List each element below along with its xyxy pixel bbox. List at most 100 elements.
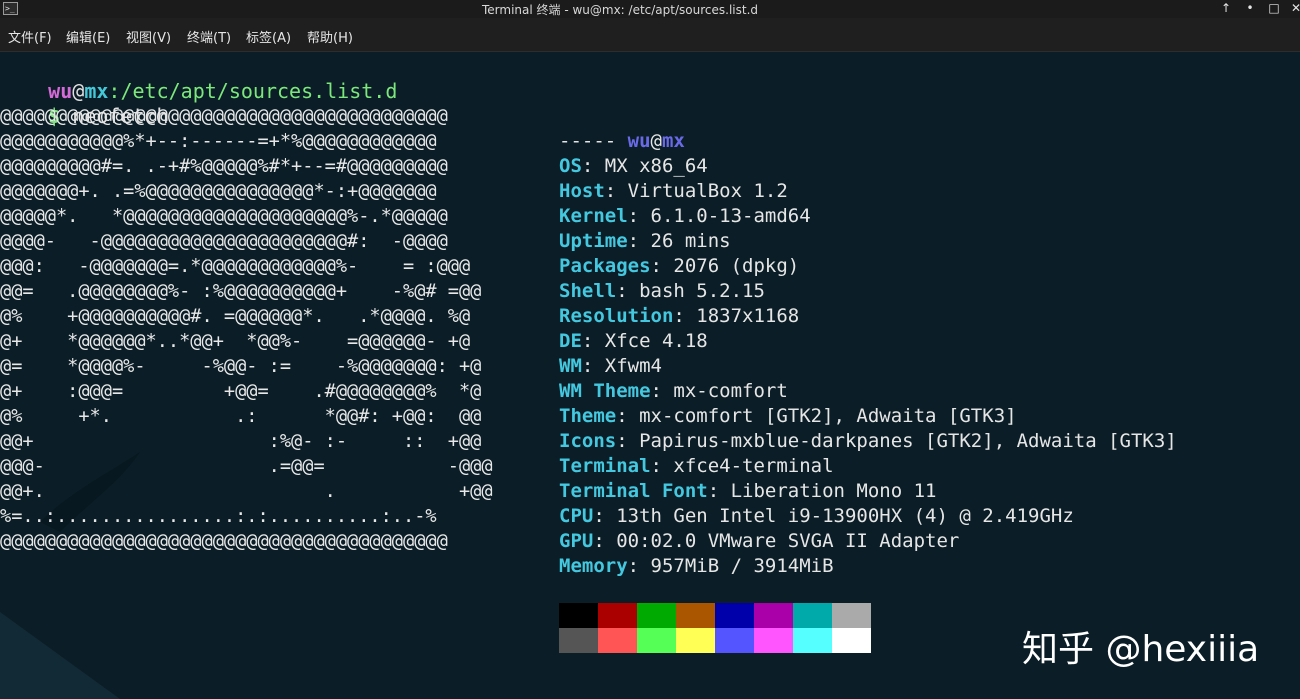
palette-swatch xyxy=(754,603,793,628)
info-resolution: Resolution: 1837x1168 xyxy=(559,304,799,329)
info-key: Resolution xyxy=(559,305,674,327)
info-value: : 00:02.0 VMware SVGA II Adapter xyxy=(593,530,960,552)
info-key: WM xyxy=(559,355,582,377)
info-value: : 2076 (dpkg) xyxy=(650,255,800,277)
palette-swatch xyxy=(832,603,871,628)
palette-swatch xyxy=(715,628,754,653)
ascii-line: @% +*. .: *@@#: +@@: @@ xyxy=(0,406,482,427)
info-value: : Xfwm4 xyxy=(581,355,662,377)
info-key: Shell xyxy=(559,280,617,302)
info-value: : xfce4-terminal xyxy=(650,455,834,477)
ascii-line: @@+ :%@- :- :: +@@ xyxy=(0,431,482,452)
info-at: @ xyxy=(650,130,662,152)
watermark: 知乎 @hexiiia xyxy=(1022,629,1260,670)
info-key: DE xyxy=(559,330,582,352)
ascii-line: @% +@@@@@@@@@@#. =@@@@@@*. .*@@@@. %@ xyxy=(0,306,471,327)
menu-terminal[interactable]: 终端(T) xyxy=(187,27,231,46)
info-cpu: CPU: 13th Gen Intel i9-13900HX (4) @ 2.4… xyxy=(559,504,1074,529)
info-value: : 26 mins xyxy=(627,230,731,252)
info-key: GPU xyxy=(559,530,594,552)
minimize-button[interactable]: • xyxy=(1240,0,1260,18)
info-value: : Papirus-mxblue-darkpanes [GTK2], Adwai… xyxy=(616,430,1177,452)
info-value: : MX x86_64 xyxy=(581,155,708,177)
palette-swatch xyxy=(832,628,871,653)
maximize-button[interactable]: □ xyxy=(1264,0,1284,18)
ascii-line: @@@@@@@@@#=. .-+#%@@@@@%#*+--=#@@@@@@@@@ xyxy=(0,156,448,177)
info-value: : mx-comfort [GTK2], Adwaita [GTK3] xyxy=(616,405,1017,427)
ascii-line: @= *@@@@%- -%@@- := -%@@@@@@@: +@ xyxy=(0,356,482,377)
palette-swatch xyxy=(793,603,832,628)
ascii-line: %=..:................:.:..........:..-% xyxy=(0,506,437,527)
info-key: CPU xyxy=(559,505,594,527)
ascii-line: @@@@@@@+. .=%@@@@@@@@@@@@@@@*-:+@@@@@@@ xyxy=(0,181,437,202)
palette-swatch xyxy=(637,603,676,628)
info-memory: Memory: 957MiB / 3914MiB xyxy=(559,554,834,579)
info-key: Terminal xyxy=(559,455,651,477)
ascii-line: @@+. . +@@ xyxy=(0,481,493,502)
info-key: Host xyxy=(559,180,605,202)
info-theme: Theme: mx-comfort [GTK2], Adwaita [GTK3] xyxy=(559,404,1017,429)
terminal-output[interactable]: wu@mx:/etc/apt/sources.list.d $ neofetch… xyxy=(0,52,1300,699)
menu-edit[interactable]: 编辑(E) xyxy=(66,27,110,46)
info-gpu: GPU: 00:02.0 VMware SVGA II Adapter xyxy=(559,529,959,554)
menu-view[interactable]: 视图(V) xyxy=(126,27,171,46)
info-uptime: Uptime: 26 mins xyxy=(559,229,731,254)
keep-above-button[interactable]: ↑ xyxy=(1216,0,1236,18)
window-title: Terminal 终端 - wu@mx: /etc/apt/sources.li… xyxy=(481,3,759,17)
ascii-line: @@@@@@@@@@@@@@@@@@@@@@@@@@@@@@@@@@@@@@@@ xyxy=(0,106,448,127)
info-value: : 13th Gen Intel i9-13900HX (4) @ 2.419G… xyxy=(593,505,1074,527)
palette-swatch xyxy=(676,603,715,628)
info-kernel: Kernel: 6.1.0-13-amd64 xyxy=(559,204,811,229)
info-key: Memory xyxy=(559,555,628,577)
palette-swatch xyxy=(754,628,793,653)
info-key: Kernel xyxy=(559,205,628,227)
title-bar: >_ Terminal 终端 - wu@mx: /etc/apt/sources… xyxy=(0,0,1300,18)
ascii-line: @@@@@@@@@@@@@@@@@@@@@@@@@@@@@@@@@@@@@@@@ xyxy=(0,531,448,552)
menu-help[interactable]: 帮助(H) xyxy=(307,27,353,46)
menu-file[interactable]: 文件(F) xyxy=(8,27,52,46)
info-value: : 6.1.0-13-amd64 xyxy=(627,205,811,227)
info-user: wu xyxy=(627,130,651,152)
command-line: $ neofetch xyxy=(0,79,168,128)
info-terminal-font: Terminal Font: Liberation Mono 11 xyxy=(559,479,937,504)
info-key: Icons xyxy=(559,430,617,452)
color-palette xyxy=(559,603,871,653)
info-terminal: Terminal: xfce4-terminal xyxy=(559,454,834,479)
close-button[interactable]: ✕ xyxy=(1286,0,1300,18)
info-key: Theme xyxy=(559,405,617,427)
ascii-line: @@@: -@@@@@@@=.*@@@@@@@@@@@@%- = :@@@ xyxy=(0,256,471,277)
info-value: : 1837x1168 xyxy=(673,305,800,327)
info-wm-theme: WM Theme: mx-comfort xyxy=(559,379,788,404)
info-separator: ----- xyxy=(559,130,617,152)
info-packages: Packages: 2076 (dpkg) xyxy=(559,254,799,279)
info-shell: Shell: bash 5.2.15 xyxy=(559,279,765,304)
ascii-line: @@@@@@@@@@@%*+--:------=+*%@@@@@@@@@@@@ xyxy=(0,131,437,152)
info-wm: WM: Xfwm4 xyxy=(559,354,662,379)
ascii-line: @@= .@@@@@@@@%- :%@@@@@@@@@@+ -%@# =@@ xyxy=(0,281,482,302)
info-de: DE: Xfce 4.18 xyxy=(559,329,708,354)
ascii-line: @@@- .=@@= -@@@ xyxy=(0,456,493,477)
info-key: Terminal Font xyxy=(559,480,708,502)
ascii-line: @+ *@@@@@@*..*@@+ *@@%- =@@@@@@- +@ xyxy=(0,331,471,352)
palette-swatch xyxy=(715,603,754,628)
ascii-line: @@@@@*. *@@@@@@@@@@@@@@@@@@@@%-.*@@@@@ xyxy=(0,206,448,227)
palette-swatch xyxy=(676,628,715,653)
palette-swatch xyxy=(598,628,637,653)
info-host: mx xyxy=(661,130,685,152)
menu-bar: 文件(F) 编辑(E) 视图(V) 终端(T) 标签(A) 帮助(H) xyxy=(0,18,1300,52)
info-key: Uptime xyxy=(559,230,628,252)
palette-swatch xyxy=(793,628,832,653)
palette-swatch xyxy=(559,603,598,628)
info-value: : VirtualBox 1.2 xyxy=(604,180,788,202)
palette-swatch xyxy=(637,628,676,653)
ascii-line: @+ :@@@= +@@= .#@@@@@@@@% *@ xyxy=(0,381,482,402)
info-value: : bash 5.2.15 xyxy=(616,280,765,302)
ascii-line: @@@@- -@@@@@@@@@@@@@@@@@@@@@@#: -@@@@ xyxy=(0,231,448,252)
info-icons: Icons: Papirus-mxblue-darkpanes [GTK2], … xyxy=(559,429,1177,454)
prompt-line: wu@mx:/etc/apt/sources.list.d xyxy=(0,54,397,103)
menu-tabs[interactable]: 标签(A) xyxy=(246,27,291,46)
palette-swatch xyxy=(559,628,598,653)
info-host-line: Host: VirtualBox 1.2 xyxy=(559,179,788,204)
info-value: : 957MiB / 3914MiB xyxy=(627,555,834,577)
info-key: WM Theme xyxy=(559,380,651,402)
